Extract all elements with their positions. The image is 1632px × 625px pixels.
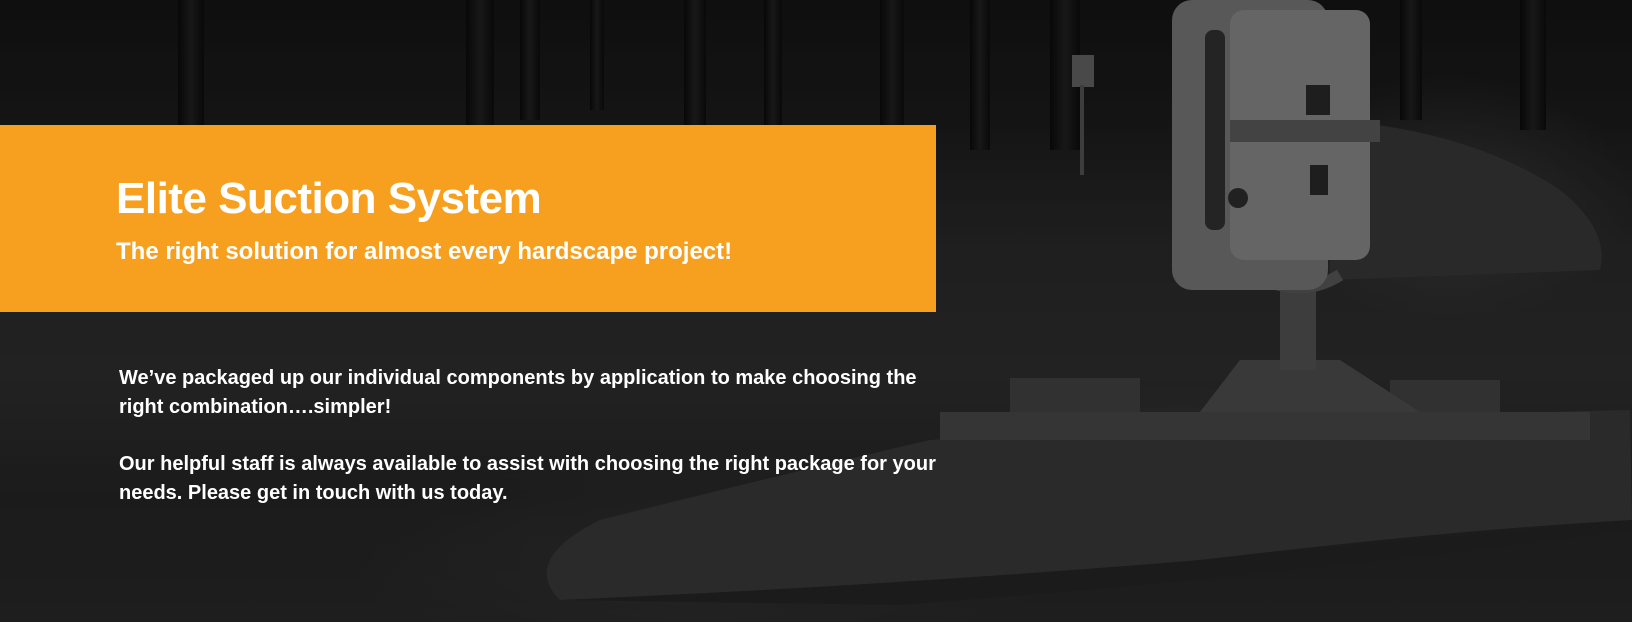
intro-paragraph: We’ve packaged up our individual compone… [119,367,917,418]
contact-paragraph: Our helpful staff is always available to… [119,453,936,504]
page-subtitle: The right solution for almost every hard… [116,238,733,265]
page-title: Elite Suction System [116,174,542,223]
hero-section: Elite Suction System The right solution … [0,0,1632,622]
